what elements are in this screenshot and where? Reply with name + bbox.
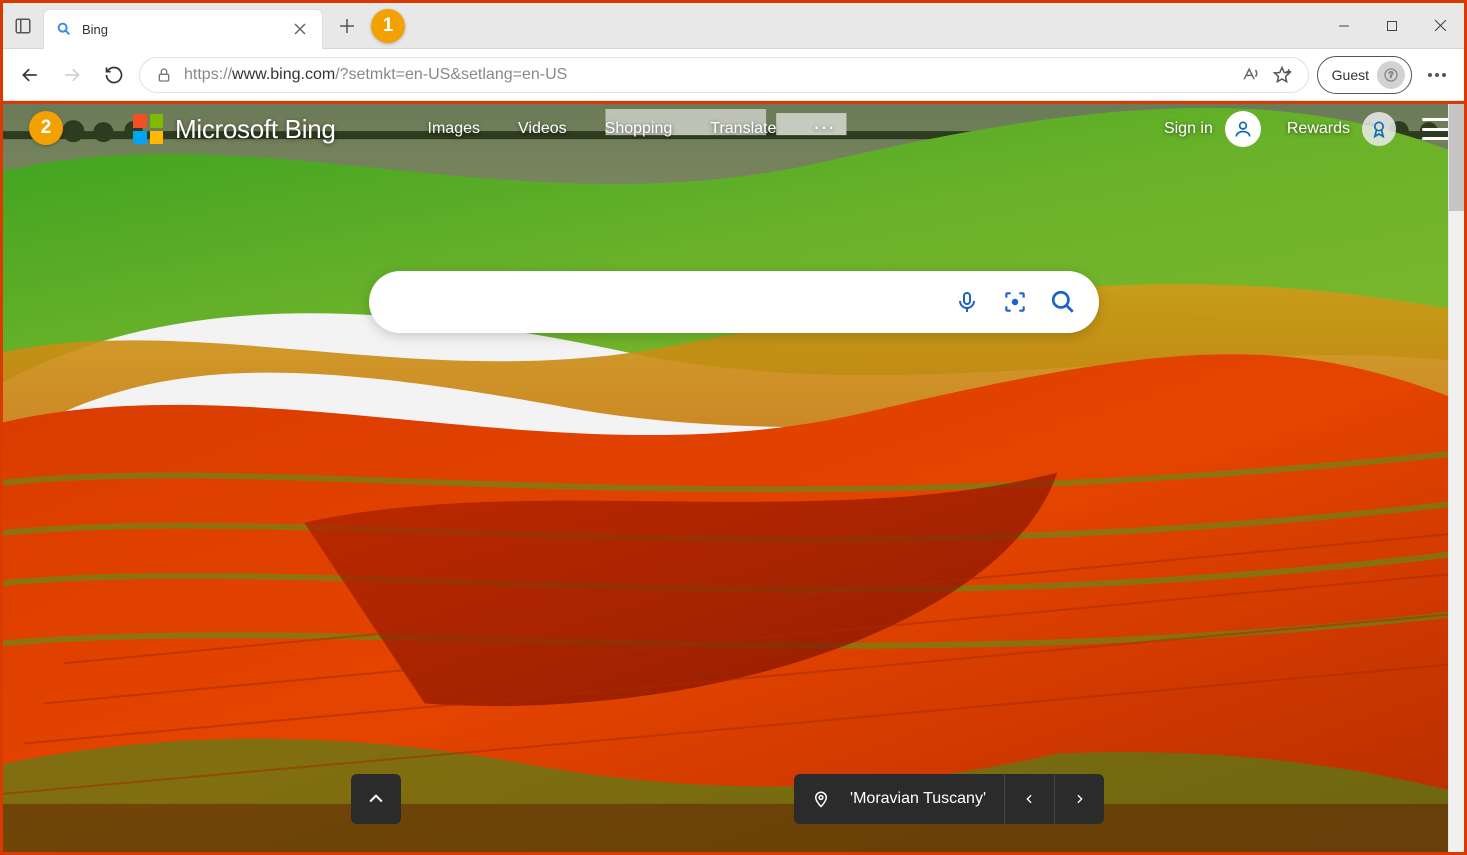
close-tab-button[interactable] bbox=[290, 19, 310, 39]
signin-label: Sign in bbox=[1164, 120, 1213, 138]
nav-more[interactable]: ··· bbox=[814, 120, 836, 138]
back-button[interactable] bbox=[13, 58, 47, 92]
search-box bbox=[369, 271, 1099, 333]
read-aloud-button[interactable] bbox=[1240, 58, 1260, 92]
url-path: /?setmkt=en-US&setlang=en-US bbox=[335, 66, 567, 83]
bing-header-right: Sign in Rewards bbox=[1164, 111, 1450, 147]
address-bar[interactable]: https://www.bing.com/?setmkt=en-US&setla… bbox=[139, 57, 1309, 93]
annotation-callout-2: 2 bbox=[29, 111, 63, 145]
close-window-button[interactable] bbox=[1416, 3, 1464, 49]
nav-shopping[interactable]: Shopping bbox=[605, 120, 673, 138]
search-action-icons bbox=[953, 288, 1077, 316]
tab-title: Bing bbox=[82, 22, 280, 37]
next-image-button[interactable] bbox=[1054, 774, 1104, 824]
page-content: 2 Microsoft Bing Images Videos Shopping … bbox=[3, 101, 1464, 852]
hamburger-menu[interactable] bbox=[1422, 118, 1450, 140]
nav-images[interactable]: Images bbox=[428, 120, 480, 138]
image-info-bar: 'Moravian Tuscany' bbox=[794, 774, 1104, 824]
nav-videos[interactable]: Videos bbox=[518, 120, 567, 138]
search-input[interactable] bbox=[395, 292, 953, 313]
user-icon bbox=[1225, 111, 1261, 147]
minimize-button[interactable] bbox=[1320, 3, 1368, 49]
search-button[interactable] bbox=[1049, 288, 1077, 316]
profile-button[interactable]: Guest ? bbox=[1317, 56, 1412, 94]
browser-tab[interactable]: Bing bbox=[43, 9, 323, 49]
location-icon bbox=[812, 790, 830, 808]
profile-label: Guest bbox=[1332, 67, 1369, 83]
visual-search-button[interactable] bbox=[1001, 288, 1029, 316]
prev-image-button[interactable] bbox=[1004, 774, 1054, 824]
favorites-button[interactable] bbox=[1272, 58, 1292, 92]
image-location-button[interactable]: 'Moravian Tuscany' bbox=[794, 774, 1004, 824]
bing-logo-text: Microsoft Bing bbox=[175, 114, 336, 145]
guest-avatar-icon: ? bbox=[1377, 61, 1405, 89]
bing-header: Microsoft Bing Images Videos Shopping Tr… bbox=[3, 111, 1450, 147]
bing-nav: Images Videos Shopping Translate ··· bbox=[428, 120, 837, 138]
forward-button[interactable] bbox=[55, 58, 89, 92]
maximize-button[interactable] bbox=[1368, 3, 1416, 49]
tab-actions-button[interactable] bbox=[3, 3, 43, 49]
signin-link[interactable]: Sign in bbox=[1164, 111, 1261, 147]
background-image bbox=[3, 101, 1464, 852]
annotation-callout-1: 1 bbox=[371, 9, 405, 43]
image-location-label: 'Moravian Tuscany' bbox=[850, 790, 986, 808]
svg-text:?: ? bbox=[1389, 70, 1394, 79]
url-host: www.bing.com bbox=[232, 66, 335, 83]
refresh-button[interactable] bbox=[97, 58, 131, 92]
expand-feed-button[interactable] bbox=[351, 774, 401, 824]
browser-nav-bar: https://www.bing.com/?setmkt=en-US&setla… bbox=[3, 49, 1464, 101]
site-lock-icon[interactable] bbox=[156, 66, 172, 84]
rewards-link[interactable]: Rewards bbox=[1287, 112, 1396, 146]
vertical-scrollbar[interactable] bbox=[1448, 101, 1464, 852]
microsoft-logo-icon bbox=[133, 114, 163, 144]
rewards-label: Rewards bbox=[1287, 120, 1350, 138]
bing-logo[interactable]: Microsoft Bing bbox=[133, 114, 336, 145]
address-url: https://www.bing.com/?setmkt=en-US&setla… bbox=[184, 66, 1228, 84]
voice-search-button[interactable] bbox=[953, 288, 981, 316]
url-prefix: https:// bbox=[184, 66, 232, 83]
new-tab-button[interactable] bbox=[331, 10, 363, 42]
rewards-icon bbox=[1362, 112, 1396, 146]
nav-translate[interactable]: Translate bbox=[710, 120, 776, 138]
bing-favicon-icon bbox=[56, 21, 72, 37]
scrollbar-thumb[interactable] bbox=[1449, 101, 1464, 211]
browser-title-bar: Bing 1 bbox=[3, 3, 1464, 49]
settings-menu-button[interactable] bbox=[1420, 58, 1454, 92]
window-controls bbox=[1320, 3, 1464, 49]
